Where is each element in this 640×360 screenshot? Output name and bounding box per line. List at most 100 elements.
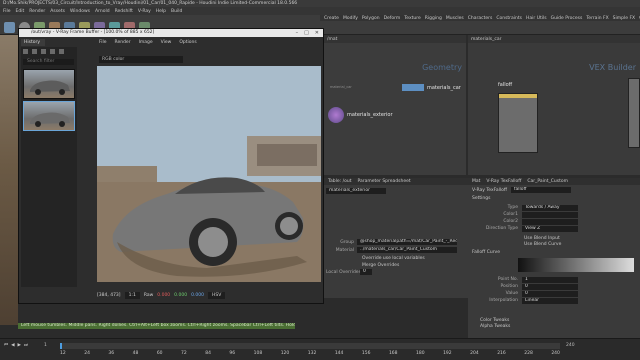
timeline-tick: 108 — [253, 351, 263, 356]
network-path[interactable]: /mat — [327, 37, 337, 42]
playback-controls: ⏮ ◀ ▶ ⏭ — [4, 342, 28, 349]
local-overrides-count[interactable]: 0 — [360, 269, 372, 275]
menu-item[interactable]: Render — [29, 9, 45, 14]
menu-item[interactable]: Assets — [50, 9, 65, 14]
vex-falloff-node[interactable] — [498, 93, 538, 153]
vex-context-title: VEX Builder — [589, 63, 636, 72]
history-thumbnail[interactable] — [23, 69, 75, 99]
timeline-tick: 48 — [132, 351, 139, 356]
maximize-icon[interactable]: □ — [304, 29, 309, 37]
save-history-icon[interactable] — [23, 49, 28, 54]
load-history-icon[interactable] — [32, 49, 37, 54]
menu-item[interactable]: V-Ray — [138, 9, 151, 14]
timeline-tick: 168 — [388, 351, 398, 356]
settings-section[interactable]: Settings — [472, 196, 490, 201]
settings-icon[interactable] — [59, 49, 64, 54]
node-materials-car[interactable]: materials_car — [402, 84, 461, 91]
network-context-title: Geometry — [422, 63, 462, 72]
shelf-tab[interactable]: Hair Utils — [526, 16, 547, 21]
shelf-tab[interactable]: Deform — [384, 16, 401, 21]
shelf-tab[interactable]: Simple FX — [613, 16, 635, 21]
menu-item[interactable]: Build — [171, 9, 182, 14]
menu-item[interactable]: Help — [156, 9, 166, 14]
menu-item[interactable]: File — [3, 9, 11, 14]
minimize-icon[interactable]: – — [296, 29, 299, 37]
node-name-field[interactable]: materials_exterior — [326, 188, 386, 194]
close-icon[interactable]: ✕ — [315, 29, 319, 37]
vfb-menu-item[interactable]: View — [161, 40, 172, 45]
jump-start-icon[interactable]: ⏮ — [4, 342, 8, 348]
menu-item[interactable]: Redshift — [115, 9, 133, 14]
node-material-car[interactable]: material_car — [330, 85, 352, 90]
param-value[interactable] — [522, 218, 578, 225]
param-value[interactable]: View Z — [522, 225, 578, 232]
blend-input-checkbox[interactable]: Use Blend Input — [524, 236, 560, 241]
timeline-slider[interactable] — [60, 343, 560, 349]
local-overrides-label: Local Overrides — [326, 270, 361, 275]
shelf-tab[interactable]: Polygon — [362, 16, 380, 21]
shelf-tab[interactable]: Constraints — [496, 16, 522, 21]
delete-history-icon[interactable] — [50, 49, 55, 54]
param-tab[interactable]: Table: /out — [328, 179, 351, 184]
vex-path[interactable]: materials_car — [471, 37, 501, 42]
shelf-tab[interactable]: Modify — [343, 16, 358, 21]
override-checkbox[interactable]: Override use local variables — [362, 256, 425, 261]
vfb-menu-item[interactable]: Image — [139, 40, 153, 45]
zoom-select[interactable]: 1:1 — [124, 291, 140, 299]
menu-item[interactable]: Arnold — [95, 9, 110, 14]
shelf-tab[interactable]: Create — [324, 16, 339, 21]
timeline-tick: 36 — [108, 351, 115, 356]
color-tweaks-section[interactable]: Color Tweaks — [480, 318, 509, 323]
shelf-tab[interactable]: Muscles — [446, 16, 464, 21]
node-name-field[interactable]: falloff — [510, 187, 571, 193]
shelf-tab[interactable]: Guide Process — [551, 16, 583, 21]
falloff-curve-section[interactable]: Falloff Curve — [472, 250, 500, 255]
step-back-icon[interactable]: ◀ — [11, 343, 14, 348]
param-value[interactable]: 0 — [522, 283, 578, 290]
param-value[interactable]: 1 — [522, 276, 578, 283]
alpha-tweaks-section[interactable]: Alpha Tweaks — [480, 324, 510, 329]
timeline-ticks: 12 24 36 48 60 72 84 96 108 120 132 144 156 168 180 192… — [60, 351, 560, 356]
param-value[interactable]: 0 — [522, 290, 578, 297]
start-frame[interactable]: 1 — [44, 343, 47, 348]
shelf-tab[interactable]: Characters — [468, 16, 493, 21]
color-mode-select[interactable]: HSV — [207, 291, 226, 299]
param-value[interactable] — [522, 211, 578, 218]
vfb-menu-item[interactable]: Options — [179, 40, 196, 45]
tab-history[interactable]: History — [21, 39, 45, 46]
material-label: Material — [335, 248, 354, 253]
vfb-menu-item[interactable]: Render — [115, 40, 131, 45]
current-frame-marker[interactable] — [60, 343, 62, 349]
menu-item[interactable]: Windows — [70, 9, 90, 14]
menu-item[interactable]: Edit — [16, 9, 25, 14]
param-label: Interpolation — [489, 298, 518, 303]
end-frame[interactable]: 240 — [566, 343, 575, 348]
history-search-input[interactable]: Search filter — [23, 59, 74, 65]
group-field[interactable]: @shop_materialpath=/mat/Car_Paint_-_Red — [357, 239, 457, 245]
param-value[interactable]: Linear — [522, 297, 578, 304]
shelf-tab[interactable]: Terrain FX — [586, 16, 608, 21]
vex-output-node[interactable] — [628, 78, 640, 148]
play-icon[interactable]: ▶ — [18, 343, 21, 348]
compare-ab-icon[interactable] — [41, 49, 46, 54]
merge-overrides-checkbox[interactable]: Merge Overrides — [362, 263, 399, 268]
node-materials-exterior[interactable]: materials_exterior — [328, 107, 393, 123]
material-field[interactable]: ../materials_car/Car_Paint_Custom — [357, 247, 457, 253]
blend-curve-checkbox[interactable]: Use Blend Curve — [524, 242, 561, 247]
param-tab[interactable]: Parameter Spreadsheet — [357, 179, 410, 184]
step-forward-icon[interactable]: ⏭ — [24, 342, 28, 348]
vfb-menu-item[interactable]: File — [99, 40, 107, 45]
param-tab[interactable]: Mat — [472, 179, 480, 184]
timeline-tick: 156 — [361, 351, 371, 356]
box-tool-icon[interactable] — [4, 22, 15, 33]
history-thumbnail[interactable] — [23, 101, 75, 131]
timeline-tick: 72 — [181, 351, 187, 356]
shelf-tab[interactable]: Rigging — [425, 16, 442, 21]
param-tab[interactable]: Car_Paint_Custom — [527, 179, 568, 184]
falloff-ramp[interactable] — [518, 258, 634, 272]
param-value[interactable]: Towards / Away — [522, 204, 578, 211]
param-row: Direction Type View Z — [472, 225, 632, 232]
param-tab[interactable]: V-Ray TexFalloff — [486, 179, 521, 184]
channel-select[interactable]: RGB color — [99, 56, 183, 63]
shelf-tab[interactable]: Texture — [404, 16, 420, 21]
